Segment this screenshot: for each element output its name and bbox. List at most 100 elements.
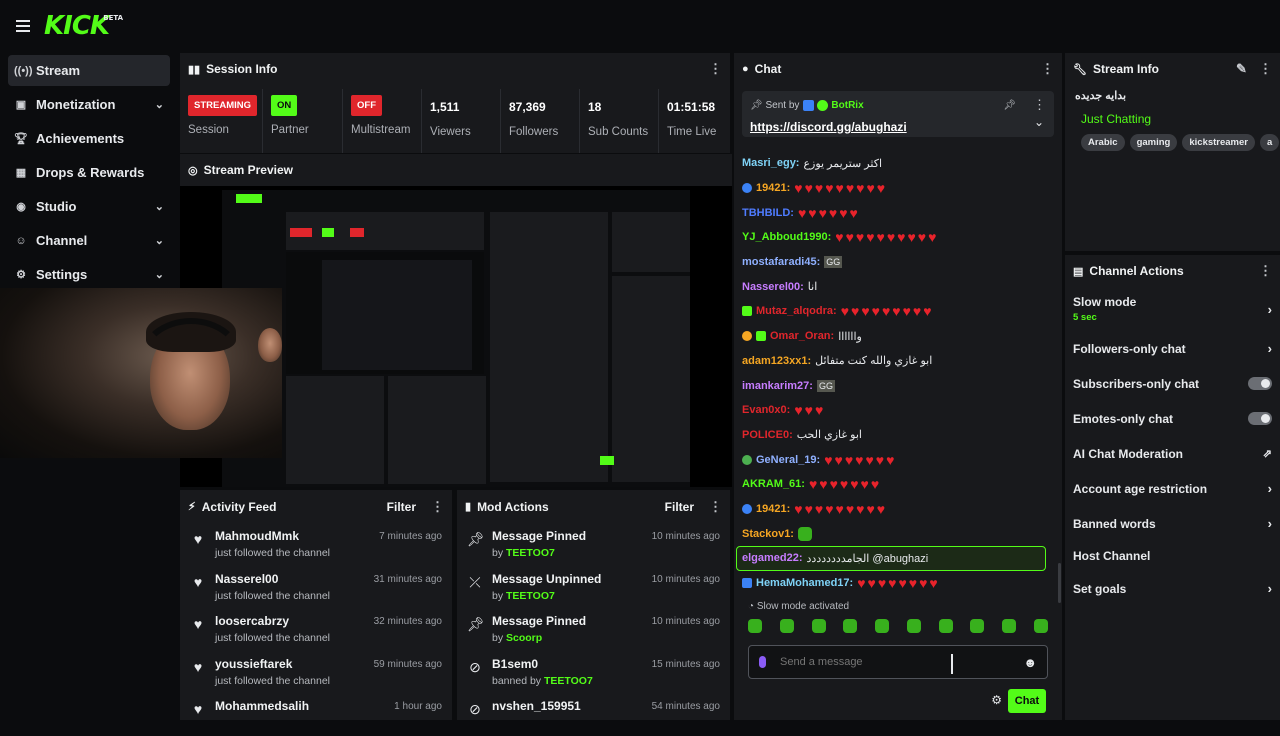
chat-message[interactable]: 19421: ♥♥♥♥♥♥♥♥♥ <box>742 176 1060 201</box>
tag-chip[interactable]: a <box>1260 134 1280 151</box>
emote-icon[interactable] <box>811 619 826 633</box>
mod-username[interactable]: Scoorp <box>506 632 542 644</box>
slow-mode-action[interactable]: Slow mode 5 sec › <box>1065 287 1280 331</box>
sidebar-item-stream[interactable]: ((•)) Stream <box>8 55 170 86</box>
tag-chip[interactable]: kickstreamer <box>1182 134 1255 151</box>
chat-username[interactable]: Stackov1: <box>742 528 794 540</box>
stream-category[interactable]: Just Chatting <box>1081 112 1280 126</box>
chat-username[interactable]: mostafaradi45: <box>742 256 820 268</box>
emote-icon[interactable] <box>779 619 794 633</box>
emote-icon[interactable] <box>748 619 762 633</box>
banned-words-action[interactable]: Banned words › <box>1065 506 1280 541</box>
more-icon[interactable]: ⋮ <box>1258 61 1272 77</box>
action-label: Host Channel <box>1073 549 1151 563</box>
chat-message[interactable]: Nasserel00: انا <box>742 274 1060 299</box>
sidebar-item-studio[interactable]: ◉ Studio ⌄ <box>8 191 170 222</box>
chat-username[interactable]: Nasserel00: <box>742 281 804 293</box>
more-icon[interactable]: ⋮ <box>1258 263 1272 279</box>
followers-only-action[interactable]: Followers-only chat › <box>1065 331 1280 366</box>
chat-username[interactable]: Evan0x0: <box>742 404 790 416</box>
emotes-only-toggle[interactable] <box>1248 412 1272 425</box>
chat-message[interactable]: Mutaz_alqodra: ♥♥♥♥♥♥♥♥♥ <box>742 299 1060 324</box>
chat-message[interactable]: YJ_Abboud1990: ♥♥♥♥♥♥♥♥♥♥ <box>742 225 1060 250</box>
badge-icon <box>742 183 752 194</box>
set-goals-action[interactable]: Set goals › <box>1065 571 1280 606</box>
feed-time: 31 minutes ago <box>373 573 442 585</box>
emoji-icon[interactable]: ☻ <box>1023 655 1037 670</box>
more-icon[interactable]: ⋮ <box>430 499 444 515</box>
chat-message[interactable]: AKRAM_61: ♥♥♥♥♥♥♥ <box>742 472 1060 497</box>
list-item: ♥ Nasserel00 just followed the channel 31 m… <box>180 566 452 609</box>
chat-username[interactable]: 19421: <box>756 182 790 194</box>
pinned-sender[interactable]: BotRix <box>831 100 863 111</box>
chat-message[interactable]: HemaMohamed17: ♥♥♥♥♥♥♥♥ <box>742 571 1060 596</box>
mod-username[interactable]: TEETOO7 <box>506 590 555 602</box>
chat-message[interactable]: GeNeral_19: ♥♥♥♥♥♥♥ <box>742 447 1060 472</box>
chat-message[interactable]: Evan0x0: ♥♥♥ <box>742 398 1060 423</box>
tag-chip[interactable]: Arabic <box>1081 134 1125 151</box>
emote-icon[interactable] <box>906 619 921 633</box>
ai-moderation-action[interactable]: AI Chat Moderation ⇗ <box>1065 436 1280 471</box>
chat-username[interactable]: POLICE0: <box>742 429 793 441</box>
chat-message[interactable]: adam123xx1: ابو غازي والله كنت متفائل <box>742 349 1060 374</box>
more-icon[interactable]: ⋮ <box>1032 97 1046 113</box>
chat-username[interactable]: imankarim27: <box>742 380 813 392</box>
chat-username[interactable]: adam123xx1: <box>742 355 811 367</box>
chat-username[interactable]: Masri_egy: <box>742 157 799 169</box>
chat-message[interactable]: POLICE0: ابو غازي الحب <box>742 423 1060 448</box>
chat-username[interactable]: HemaMohamed17: <box>756 577 853 589</box>
pinned-link[interactable]: https://discord.gg/abughazi <box>750 120 1046 134</box>
chat-message[interactable]: TBHBILD: ♥♥♥♥♥♥ <box>742 200 1060 225</box>
pinned-message[interactable]: 📌︎ Sent by BotRix 📌︎ ⋮ https://discord.gg/a… <box>742 91 1054 137</box>
activity-feed-panel: ⚡︎ Activity Feed Filter ⋮ ♥ MahmoudMmk just f… <box>180 490 452 720</box>
tag-chip[interactable]: gaming <box>1129 134 1178 151</box>
sidebar-item-monetization[interactable]: ▣ Monetization ⌄ <box>8 89 170 120</box>
host-channel-action[interactable]: Host Channel <box>1065 541 1280 571</box>
chat-username[interactable]: elgamed22: <box>742 552 803 564</box>
chat-username[interactable]: AKRAM_61: <box>742 478 805 490</box>
sidebar-item-channel[interactable]: ☺ Channel ⌄ <box>8 225 170 256</box>
chat-message[interactable]: 19421: ♥♥♥♥♥♥♥♥♥ <box>742 497 1060 522</box>
emote-icon[interactable] <box>1033 619 1048 633</box>
emote-icon[interactable] <box>843 619 858 633</box>
emote-icon[interactable] <box>1002 619 1017 633</box>
send-chat-button[interactable]: Chat <box>1008 689 1046 713</box>
chat-message-mention[interactable]: elgamed22: الجامدددددددد @abughazi <box>736 546 1046 571</box>
chat-username[interactable]: YJ_Abboud1990: <box>742 231 831 243</box>
sidebar-item-drops-rewards[interactable]: ▦ Drops & Rewards <box>8 157 170 188</box>
chat-message[interactable]: Stackov1: <box>742 521 1060 546</box>
emote-icon[interactable] <box>970 619 985 633</box>
chat-username[interactable]: Mutaz_alqodra: <box>756 305 837 317</box>
account-age-action[interactable]: Account age restriction › <box>1065 471 1280 506</box>
chat-message[interactable]: imankarim27: GG <box>742 373 1060 398</box>
pin-icon[interactable]: 📌︎ <box>1003 100 1016 111</box>
emote-icon[interactable] <box>938 619 953 633</box>
chat-username[interactable]: GeNeral_19: <box>756 454 820 466</box>
more-icon[interactable]: ⋮ <box>1040 61 1054 77</box>
menu-icon[interactable] <box>16 20 30 32</box>
chat-message[interactable]: Masri_egy: اكثر ستريمر يوزع <box>742 151 1060 176</box>
subscribers-only-toggle[interactable] <box>1248 377 1272 390</box>
mod-username[interactable]: TEETOO7 <box>544 675 593 687</box>
chat-message[interactable]: Omar_Oran: واااااا <box>742 324 1060 349</box>
filter-button[interactable]: Filter <box>665 500 694 514</box>
more-icon[interactable]: ⋮ <box>708 61 722 77</box>
chat-settings-icon[interactable]: ⚙ <box>991 693 1002 707</box>
chat-username[interactable]: 19421: <box>756 503 790 515</box>
sidebar-item-achievements[interactable]: 🏆︎ Achievements <box>8 123 170 154</box>
more-icon[interactable]: ⋮ <box>708 499 722 515</box>
heart-icon: ♥ <box>193 573 203 590</box>
chevron-down-icon[interactable]: ⌄ <box>1034 115 1044 129</box>
microphone-icon[interactable] <box>759 656 766 668</box>
mod-username[interactable]: TEETOO7 <box>506 547 555 559</box>
kick-logo[interactable]: KICK BETA <box>44 11 123 41</box>
chat-scrollbar[interactable] <box>1058 563 1061 603</box>
chat-message[interactable]: mostafaradi45: GG <box>742 250 1060 275</box>
emote-icon[interactable] <box>875 619 890 633</box>
sidebar-item-settings[interactable]: ⚙ Settings ⌄ <box>8 259 170 290</box>
chat-input[interactable] <box>780 656 1024 668</box>
chat-username[interactable]: Omar_Oran: <box>770 330 834 342</box>
edit-icon[interactable]: ✎ <box>1234 61 1248 77</box>
chat-username[interactable]: TBHBILD: <box>742 207 794 219</box>
filter-button[interactable]: Filter <box>387 500 416 514</box>
